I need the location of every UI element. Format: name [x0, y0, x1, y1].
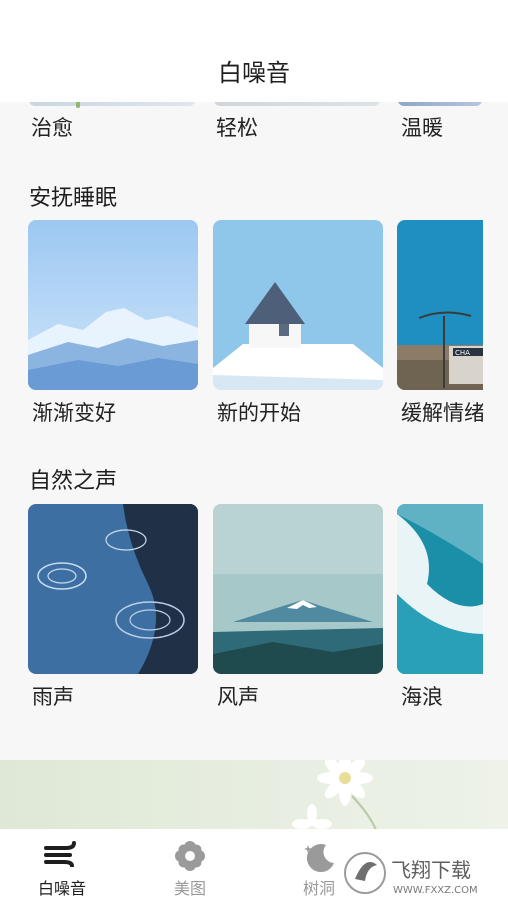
- tab-white-noise[interactable]: 白噪音: [7, 829, 117, 909]
- card-label-getting-better[interactable]: 渐渐变好: [32, 397, 116, 427]
- svg-text:CHA: CHA: [455, 349, 470, 357]
- card-label-wind[interactable]: 风声: [217, 681, 259, 711]
- card-label-rain[interactable]: 雨声: [32, 681, 74, 711]
- card-rain[interactable]: [28, 504, 198, 674]
- white-chapel-image: [213, 220, 383, 390]
- flower-icon: [175, 841, 205, 875]
- card-label-warm[interactable]: 温暖: [401, 112, 443, 142]
- tab-pictures[interactable]: 美图: [135, 829, 245, 909]
- watermark: 飞翔下载 WWW.FXXZ.COM: [343, 847, 503, 899]
- card-label-new-start[interactable]: 新的开始: [217, 397, 301, 427]
- tab-label-pictures: 美图: [173, 879, 206, 898]
- section-title-sleep: 安抚睡眠: [29, 186, 118, 211]
- mountain-cloud-image: [28, 220, 198, 390]
- tab-label-white-noise: 白噪音: [37, 879, 86, 898]
- card-label-waves[interactable]: 海浪: [401, 681, 443, 711]
- card-wind[interactable]: [213, 504, 383, 674]
- rain-ripple-image: [28, 504, 198, 674]
- moon-icon: [302, 841, 336, 877]
- card-getting-better[interactable]: [28, 220, 198, 390]
- card-ease-emotion[interactable]: CHA: [397, 220, 483, 390]
- card-label-relax[interactable]: 轻松: [216, 112, 258, 142]
- wind-icon: [44, 841, 80, 871]
- watermark-brand: 飞翔下载: [391, 858, 471, 882]
- card-waves[interactable]: [397, 504, 483, 674]
- card-label-ease-emotion[interactable]: 缓解情绪: [401, 397, 483, 427]
- watermark-url: WWW.FXXZ.COM: [393, 885, 478, 896]
- fxxz-logo: 飞翔下载 WWW.FXXZ.COM: [343, 847, 503, 899]
- page-title: 白噪音: [218, 58, 290, 87]
- app-header: 白噪音: [0, 0, 508, 102]
- card-label-healing[interactable]: 治愈: [31, 112, 73, 142]
- flower-banner[interactable]: [0, 760, 508, 830]
- top-card-row: 治愈 轻松 温暖: [0, 100, 508, 140]
- ocean-wave-image: [397, 504, 483, 674]
- mount-fuji-image: [213, 504, 383, 674]
- card-new-start[interactable]: [213, 220, 383, 390]
- section-title-nature: 自然之声: [29, 469, 118, 494]
- street-lamp-image: CHA: [397, 220, 483, 390]
- daisy-flower-image: [292, 760, 377, 830]
